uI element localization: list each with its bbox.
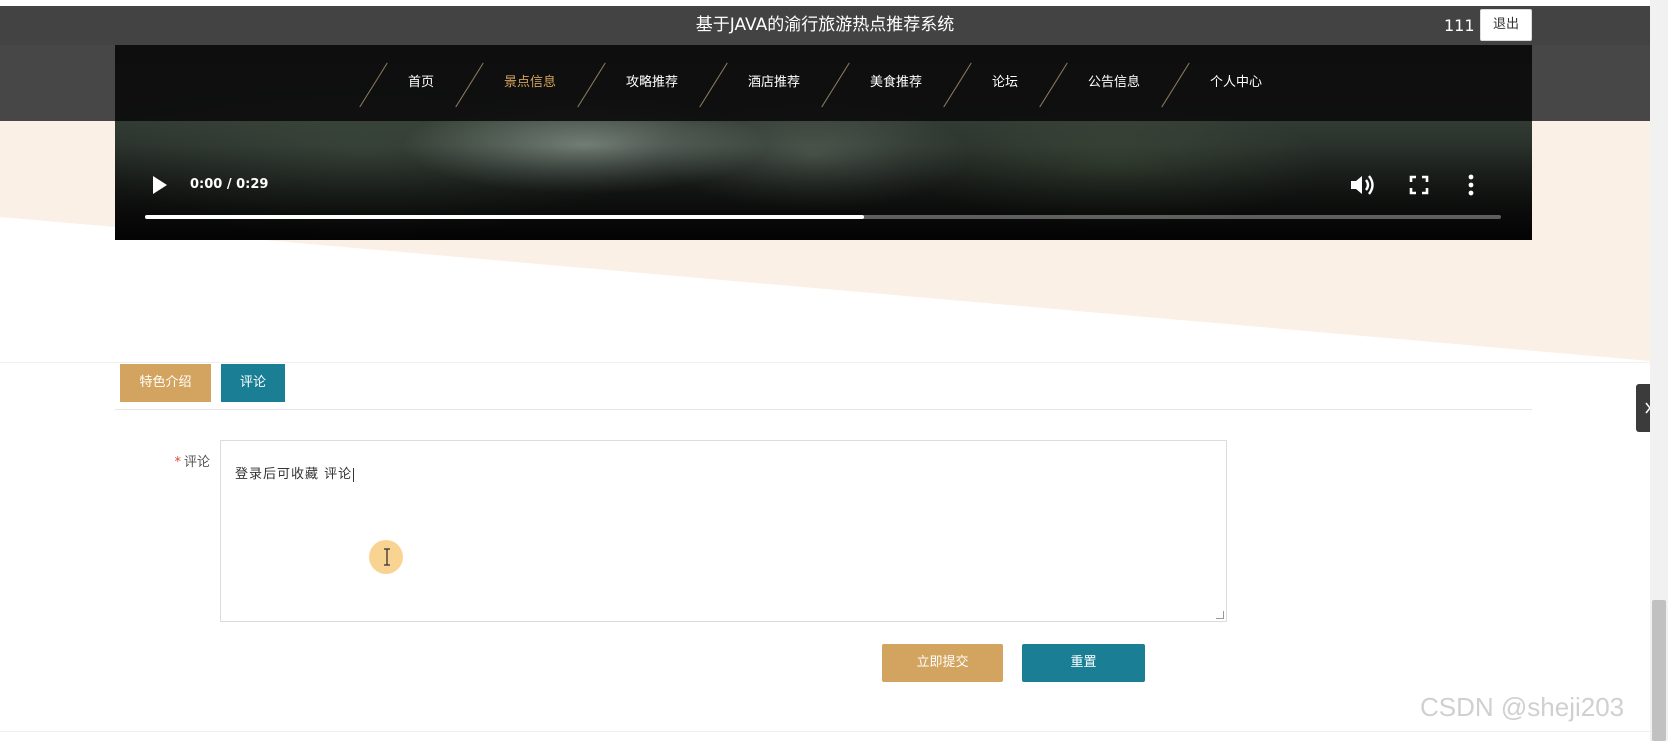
nav-item-home[interactable]: 首页: [359, 45, 459, 121]
nav-separator: [1161, 62, 1190, 108]
main-nav-bar: 首页 景点信息 攻略推荐 酒店推荐 美食推荐 论坛 公告信息 个人中心: [0, 45, 1650, 121]
logout-button[interactable]: 退出: [1480, 9, 1532, 41]
required-mark: *: [174, 455, 181, 470]
watermark: CSDN @sheji203: [1420, 692, 1625, 722]
text-caret: [353, 467, 355, 482]
video-progress-fill: [145, 215, 864, 219]
nav-separator: [943, 62, 972, 108]
play-icon[interactable]: [153, 176, 167, 194]
tab-intro[interactable]: 特色介绍: [120, 364, 211, 402]
nav-separator: [359, 62, 388, 108]
video-progress-bar[interactable]: [145, 215, 1501, 219]
nav-item-profile[interactable]: 个人中心: [1161, 45, 1287, 121]
top-title-bar: 基于JAVA的渝行旅游热点推荐系统 111 退出: [0, 6, 1650, 45]
text-cursor-icon: [384, 548, 390, 566]
nav-menu: 首页 景点信息 攻略推荐 酒店推荐 美食推荐 论坛 公告信息 个人中心: [0, 45, 1650, 121]
comment-textarea[interactable]: 登录后可收藏 评论: [220, 440, 1227, 622]
nav-item-forum[interactable]: 论坛: [943, 45, 1043, 121]
nav-separator: [455, 62, 484, 108]
tabs-underline: [115, 409, 1532, 410]
resize-grip-icon[interactable]: [1216, 611, 1224, 619]
nav-item-label: 景点信息: [503, 75, 556, 90]
video-controls-shade: [115, 145, 1532, 240]
nav-separator: [699, 62, 728, 108]
scrollbar-thumb[interactable]: [1652, 600, 1666, 741]
nav-separator: [1039, 62, 1068, 108]
comment-field-label: * 评论: [150, 451, 210, 470]
tab-comment[interactable]: 评论: [221, 364, 285, 402]
video-time-display: 0:00 / 0:29: [190, 177, 269, 192]
page-scrollbar[interactable]: [1650, 0, 1668, 741]
nav-item-label: 首页: [407, 75, 434, 90]
nav-item-label: 个人中心: [1210, 75, 1263, 90]
nav-item-guides[interactable]: 攻略推荐: [577, 45, 703, 121]
nav-item-hotels[interactable]: 酒店推荐: [699, 45, 825, 121]
reset-button[interactable]: 重置: [1022, 644, 1145, 682]
submit-button[interactable]: 立即提交: [882, 644, 1003, 682]
nav-item-attractions[interactable]: 景点信息: [455, 45, 581, 121]
site-title: 基于JAVA的渝行旅游热点推荐系统: [695, 15, 955, 35]
nav-separator: [821, 62, 850, 108]
nav-separator: [577, 62, 606, 108]
nav-item-label: 论坛: [992, 75, 1019, 90]
nav-item-label: 公告信息: [1088, 75, 1141, 90]
nav-item-label: 美食推荐: [870, 75, 923, 90]
volume-icon[interactable]: [1349, 173, 1377, 197]
nav-item-food[interactable]: 美食推荐: [821, 45, 947, 121]
more-vert-icon[interactable]: [1468, 174, 1474, 196]
fullscreen-icon[interactable]: [1409, 175, 1429, 195]
nav-item-notices[interactable]: 公告信息: [1039, 45, 1165, 121]
section-divider: [0, 362, 1650, 363]
nav-item-label: 攻略推荐: [625, 75, 678, 90]
bottom-divider: [0, 731, 1650, 732]
comment-label-text: 评论: [183, 455, 210, 470]
comment-text: 登录后可收藏 评论: [235, 467, 353, 482]
username-label: 111: [1444, 16, 1475, 35]
nav-item-label: 酒店推荐: [747, 75, 800, 90]
